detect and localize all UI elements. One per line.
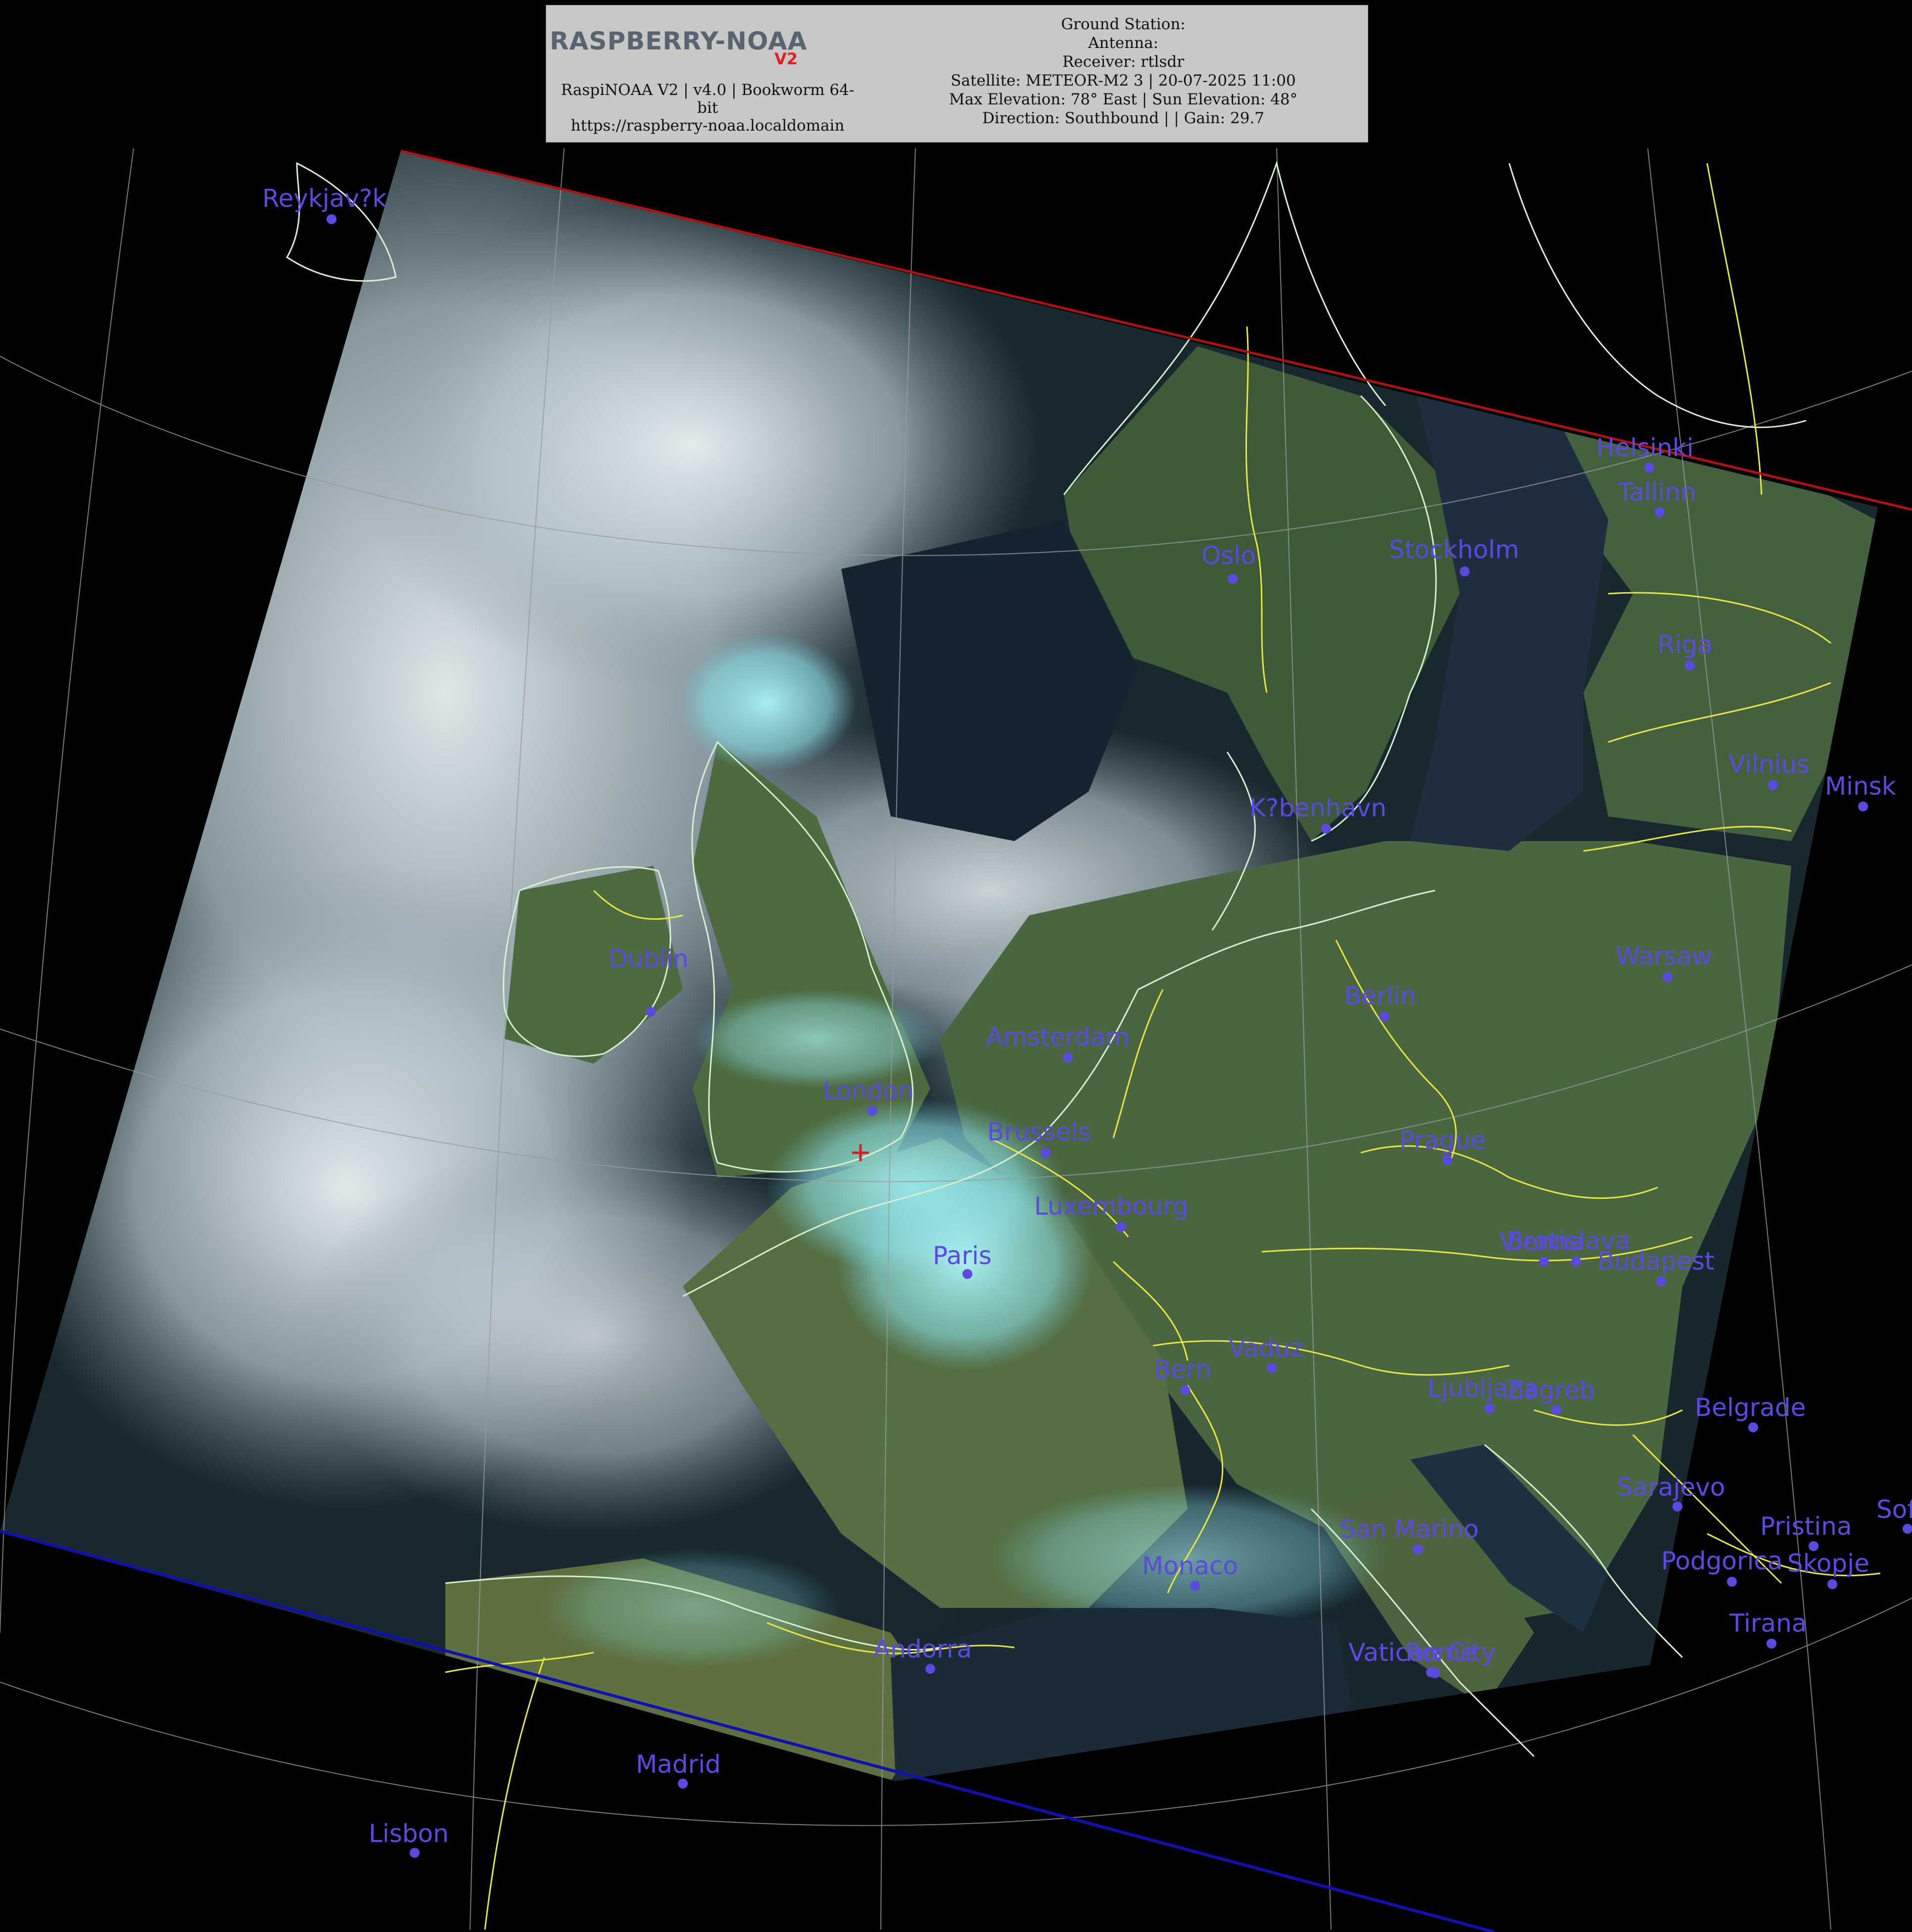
city-label: Berlin: [1344, 982, 1416, 1010]
city-dot: [1903, 1524, 1912, 1534]
city-dot: [1116, 1222, 1126, 1232]
city-dot: [1656, 1276, 1666, 1286]
city-label: Andorra: [873, 1635, 972, 1663]
city-dot: [1551, 1405, 1561, 1415]
city-label: Tallinn: [1618, 478, 1696, 507]
city-label: Skopje: [1787, 1549, 1869, 1578]
city-dot: [327, 214, 336, 224]
city-label: Riga: [1658, 630, 1713, 659]
city-label: Sofia: [1876, 1495, 1912, 1524]
city-dot: [678, 1779, 688, 1789]
city-label: K?benhavn: [1249, 794, 1386, 822]
city-tirana: Tirana: [1729, 1609, 1807, 1649]
city-dot: [1673, 1502, 1682, 1511]
city-dot: [1484, 1404, 1494, 1414]
city-dot: [1379, 1012, 1389, 1022]
software-info: RaspiNOAA V2 | v4.0 | Bookworm 64- bit h…: [549, 81, 866, 135]
city-label: Minsk: [1825, 772, 1896, 801]
city-dot: [1180, 1385, 1190, 1395]
ground-station-label: Ground Station:: [1061, 15, 1186, 33]
city-dot: [1413, 1545, 1423, 1555]
city-dot: [1655, 507, 1665, 517]
city-dot: [925, 1664, 935, 1674]
city-dot: [962, 1269, 972, 1279]
city-podgorica: Podgorica: [1661, 1547, 1783, 1587]
city-label: Reykjav?k: [262, 184, 386, 213]
city-label: Rome: [1405, 1638, 1476, 1667]
city-lisbon: Lisbon: [369, 1819, 449, 1858]
city-dot: [1442, 1155, 1452, 1165]
city-label: Amsterdam: [986, 1023, 1130, 1051]
city-dot: [1767, 1639, 1776, 1649]
city-label: Vaduz: [1229, 1334, 1303, 1363]
elevation-label: Max Elevation: 78° East | Sun Elevation:…: [949, 91, 1298, 108]
city-label: Stockholm: [1389, 535, 1519, 564]
city-dot: [1685, 660, 1695, 670]
city-label: Pristina: [1760, 1512, 1852, 1541]
city-belgrade: Belgrade: [1695, 1393, 1806, 1432]
city-label: Vienna: [1499, 1227, 1584, 1256]
satellite-swath: [0, 151, 1878, 1781]
city-label: Dublin: [609, 944, 688, 973]
city-dot: [1827, 1579, 1837, 1589]
logo-text: RASPBERRY-NOAA: [550, 27, 808, 55]
pass-info: Ground Station: Antenna: Receiver: rtlsd…: [886, 15, 1361, 128]
city-label: Belgrade: [1695, 1393, 1806, 1422]
city-dot: [867, 1106, 877, 1116]
city-dot: [1321, 824, 1331, 834]
city-label: Vilnius: [1728, 750, 1810, 779]
receiver-label: Receiver: rtlsdr: [1062, 53, 1185, 71]
city-dot: [1190, 1581, 1200, 1591]
logo-version: V2: [774, 49, 798, 68]
city-sofia: Sofia: [1876, 1495, 1912, 1534]
software-info-url: https://raspberry-noaa.localdomain: [571, 117, 845, 135]
city-label: Luxembourg: [1034, 1192, 1189, 1221]
city-dot: [1748, 1422, 1758, 1432]
city-label: Paris: [933, 1241, 992, 1270]
software-info-line: RaspiNOAA V2 | v4.0 | Bookworm 64-: [561, 81, 855, 99]
city-madrid: Madrid: [636, 1750, 721, 1789]
city-minsk: Minsk: [1825, 772, 1896, 811]
city-dot: [1539, 1257, 1549, 1267]
city-dot: [646, 1007, 656, 1017]
city-label: Budapest: [1597, 1247, 1715, 1275]
city-dot: [1063, 1052, 1073, 1062]
city-dot: [1644, 463, 1654, 472]
city-label: Monaco: [1142, 1552, 1238, 1580]
city-label: Zagreb: [1507, 1376, 1595, 1405]
city-dot: [1228, 574, 1238, 584]
city-label: San Marino: [1340, 1515, 1479, 1544]
city-label: Warsaw: [1616, 942, 1712, 971]
city-dot: [1460, 566, 1470, 576]
satellite-label: Satellite: METEOR-M2 3 | 20-07-2025 11:0…: [951, 72, 1296, 90]
city-pristina: Pristina: [1760, 1512, 1852, 1551]
city-label: Madrid: [636, 1750, 721, 1779]
direction-label: Direction: Southbound | | Gain: 29.7: [982, 109, 1265, 127]
city-dot: [1041, 1148, 1051, 1158]
software-info-line: bit: [697, 99, 718, 117]
city-dot: [1768, 780, 1778, 790]
city-label: Brussels: [987, 1118, 1091, 1146]
city-label: Sarajevo: [1617, 1473, 1725, 1502]
city-dot: [1430, 1668, 1440, 1678]
city-label: Podgorica: [1661, 1547, 1783, 1575]
city-label: Bern: [1154, 1355, 1211, 1384]
city-label: Prague: [1399, 1126, 1486, 1155]
city-dot: [410, 1848, 420, 1858]
antenna-label: Antenna:: [1088, 34, 1158, 52]
city-skopje: Skopje: [1787, 1549, 1869, 1589]
city-dot: [1267, 1363, 1277, 1373]
city-dot: [1858, 801, 1868, 811]
city-dot: [1727, 1577, 1737, 1587]
city-label: London: [823, 1077, 913, 1105]
city-dot: [1663, 972, 1673, 982]
city-label: Oslo: [1201, 541, 1256, 570]
city-label: Lisbon: [369, 1819, 449, 1848]
city-label: Tirana: [1729, 1609, 1807, 1638]
city-dot: [1571, 1257, 1581, 1267]
city-label: Helsinki: [1596, 433, 1694, 462]
satellite-map: Reykjav?k Helsinki Tallinn Oslo Stockholm Rig…: [0, 9, 1912, 1932]
